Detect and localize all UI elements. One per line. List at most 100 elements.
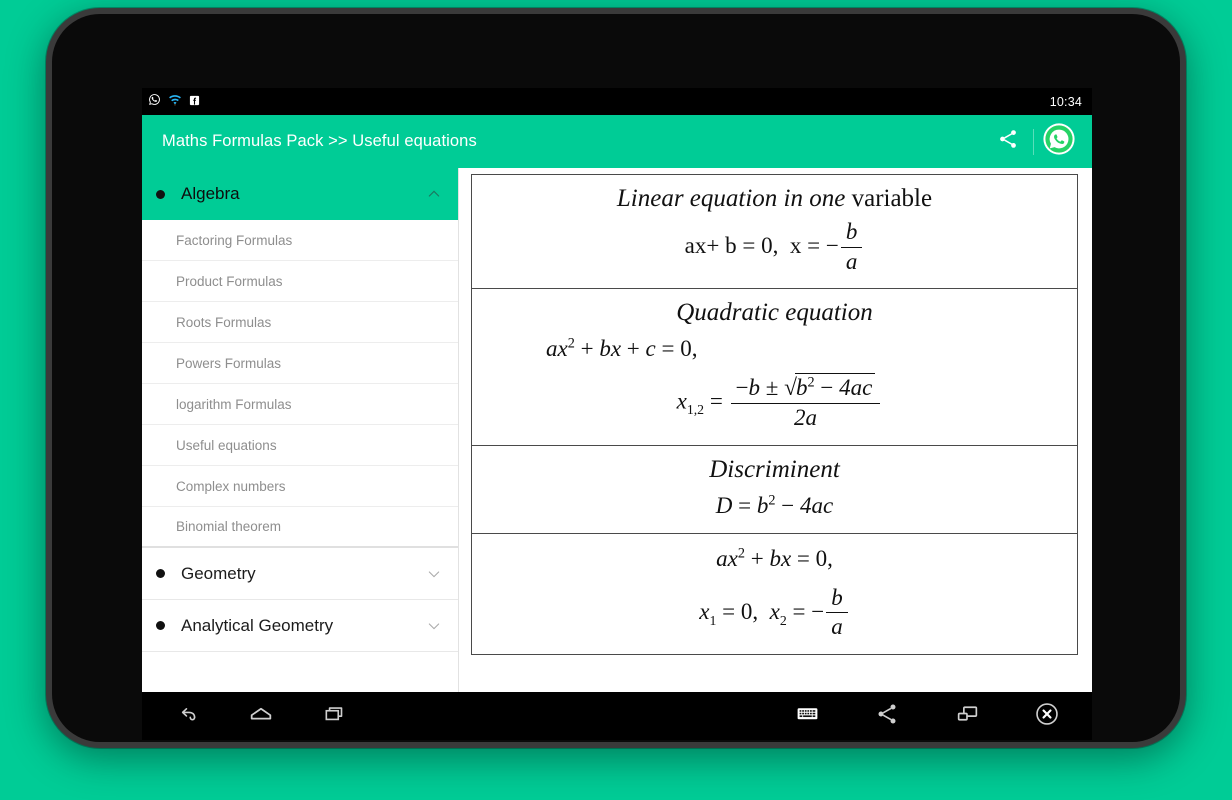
- facebook-notification-icon: [189, 93, 200, 111]
- nav-bar-right-group: [790, 699, 1092, 733]
- punct-comma: ,: [827, 545, 833, 571]
- subscript-1: 1: [709, 612, 717, 628]
- formula-heading-linear-equation: Linear equation in one variable: [472, 183, 1077, 214]
- term-a: a: [716, 545, 728, 571]
- app-bar-action-divider: [1033, 128, 1034, 155]
- formula-equation-quadratic-standard: ax2 + bx + c = 0,: [472, 332, 1077, 366]
- term-4ac: 4ac: [800, 492, 834, 518]
- term-zero: 0: [680, 336, 692, 362]
- app-bar-actions: [987, 121, 1080, 163]
- formula-equation-incomplete-roots: x1 = 0, x2 = − b a: [472, 576, 1077, 644]
- sidebar-group-geometry[interactable]: Geometry: [142, 548, 458, 600]
- term-x: x: [699, 598, 710, 624]
- home-button[interactable]: [244, 699, 278, 733]
- nav-bar-left-group: [142, 699, 352, 733]
- term-ax: ax: [684, 233, 707, 259]
- sidebar-group-algebra[interactable]: Algebra: [142, 168, 458, 220]
- sidebar-item-roots-formulas[interactable]: Roots Formulas: [142, 302, 458, 343]
- sidebar-item-product-formulas[interactable]: Product Formulas: [142, 261, 458, 302]
- exponent-2: 2: [768, 492, 776, 509]
- recent-apps-button[interactable]: [318, 699, 352, 733]
- keyboard-button[interactable]: [790, 699, 824, 733]
- term-b: b: [725, 233, 737, 259]
- share-button[interactable]: [987, 121, 1029, 163]
- punct-comma: ,: [752, 598, 759, 624]
- exponent-2: 2: [567, 335, 575, 352]
- bullet-icon: [156, 621, 165, 630]
- sidebar-item-label: Complex numbers: [176, 478, 286, 494]
- chevron-down-icon: [426, 618, 442, 634]
- op-equals: =: [796, 545, 810, 571]
- square-root: √b2 − 4ac: [784, 373, 876, 402]
- op-equals: =: [738, 492, 752, 518]
- term-x: x: [676, 388, 687, 414]
- status-bar-clock: 10:34: [1049, 94, 1082, 109]
- chevron-up-icon: [426, 186, 442, 202]
- term-b: b: [796, 375, 808, 401]
- bullet-icon: [156, 189, 165, 199]
- formula-row: Linear equation in one variable ax+ b = …: [472, 175, 1077, 290]
- sidebar-navigation[interactable]: Algebra Factoring Formulas Product Formu…: [142, 168, 459, 692]
- term-x: x: [789, 233, 802, 259]
- formula-row: a x 2 + bx = 0, x1 = 0, x2 = − b a: [472, 534, 1077, 655]
- status-bar-icons: [148, 93, 200, 111]
- page-title: Maths Formulas Pack >> Useful equations: [162, 132, 477, 150]
- cast-button[interactable]: [950, 699, 984, 733]
- share-button[interactable]: [870, 699, 904, 733]
- whatsapp-share-button[interactable]: [1038, 121, 1080, 163]
- term-x: x: [769, 598, 780, 624]
- formula-heading-discriminent: Discriminent: [709, 455, 840, 483]
- fraction-quadratic-formula: −b ± √b2 − 4ac 2a: [730, 373, 881, 431]
- fraction-denominator: a: [831, 614, 843, 640]
- keyboard-icon: [795, 701, 820, 731]
- op-minus: −: [825, 233, 839, 259]
- whatsapp-notification-icon: [148, 93, 161, 111]
- term-zero: 0: [815, 545, 828, 571]
- sidebar-item-label: Powers Formulas: [176, 355, 282, 371]
- android-navigation-bar: [142, 692, 1092, 740]
- sidebar-item-label: logarithm Formulas: [176, 396, 292, 412]
- tablet-screen: 10:34 Maths Formulas Pack >> Useful equa…: [142, 88, 1092, 692]
- sidebar-item-complex-numbers[interactable]: Complex numbers: [142, 466, 458, 507]
- sidebar-item-useful-equations[interactable]: Useful equations: [142, 425, 458, 466]
- bullet-icon: [156, 569, 165, 578]
- op-equals: =: [792, 598, 806, 624]
- op-equals: =: [807, 233, 821, 259]
- home-icon: [247, 700, 275, 733]
- share-icon: [997, 128, 1019, 155]
- term-zero: 0: [740, 598, 753, 624]
- sidebar-item-logarithm-formulas[interactable]: logarithm Formulas: [142, 384, 458, 425]
- chevron-down-icon: [426, 566, 442, 582]
- op-plus-minus: ±: [765, 375, 779, 401]
- term-b: b: [748, 375, 761, 401]
- term-c: c: [645, 336, 656, 362]
- status-bar: 10:34: [142, 88, 1092, 115]
- fraction-numerator: b: [840, 219, 863, 248]
- op-plus: +: [580, 336, 594, 362]
- close-button[interactable]: [1030, 699, 1064, 733]
- formula-equation-discriminent: D = b2 − 4ac: [472, 489, 1077, 523]
- term-a: a: [546, 336, 558, 362]
- sidebar-item-powers-formulas[interactable]: Powers Formulas: [142, 343, 458, 384]
- content-area: Algebra Factoring Formulas Product Formu…: [142, 168, 1092, 692]
- sidebar-item-factoring-formulas[interactable]: Factoring Formulas: [142, 220, 458, 261]
- op-plus: +: [750, 545, 764, 571]
- sidebar-item-binomial-theorem[interactable]: Binomial theorem: [142, 507, 458, 548]
- formula-equation-quadratic-roots: x1,2 = −b ± √b2 − 4ac 2a: [472, 366, 1077, 434]
- op-equals: =: [661, 336, 675, 362]
- fraction-b-over-a: ba: [840, 219, 863, 275]
- exponent-2: 2: [737, 545, 745, 562]
- formula-heading-upright-part: variable: [851, 185, 933, 212]
- op-minus: −: [811, 598, 825, 624]
- wifi-icon: [168, 93, 182, 111]
- term-zero: 0: [761, 233, 773, 259]
- radicand: b2 − 4ac: [795, 373, 876, 401]
- recent-apps-icon: [322, 701, 348, 732]
- sidebar-group-analytical-geometry[interactable]: Analytical Geometry: [142, 600, 458, 652]
- fraction-numerator: −b ± √b2 − 4ac: [730, 373, 881, 405]
- term-bx: bx: [769, 545, 792, 571]
- whatsapp-icon: [1042, 122, 1076, 161]
- share-icon: [875, 702, 899, 731]
- back-button[interactable]: [170, 699, 204, 733]
- sidebar-item-label: Roots Formulas: [176, 314, 272, 330]
